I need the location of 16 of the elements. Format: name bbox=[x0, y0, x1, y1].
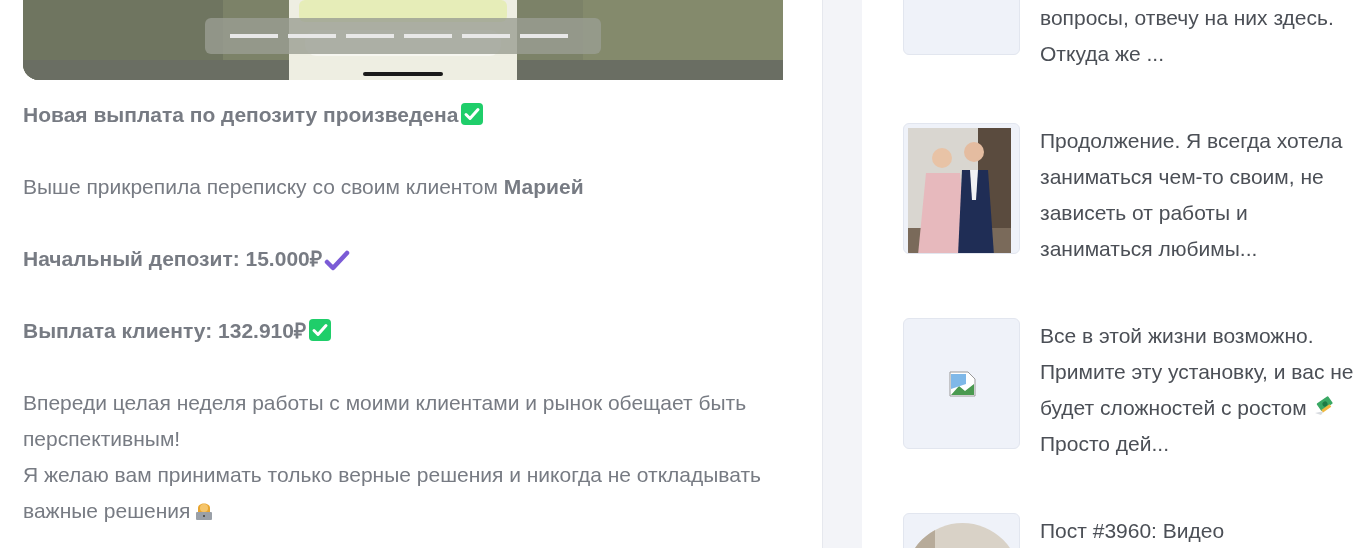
post-preview-link[interactable]: вопросы, отвечу на них здесь. Откуда же ... bbox=[1040, 0, 1365, 72]
post-heading: Выплата клиенту: 132.910₽ bbox=[23, 313, 799, 349]
check-mark-icon bbox=[460, 102, 485, 126]
post-preview-link[interactable]: Все в этой жизни возможно. Примите эту установку, и вас не будет сложностей с ростом Просто дей... bbox=[1040, 318, 1365, 462]
post-preview-link[interactable]: Пост #3960: Видео bbox=[1040, 513, 1365, 548]
check-mark-icon bbox=[323, 249, 350, 271]
check-mark-icon bbox=[307, 318, 332, 342]
post-heading: Начальный депозит: 15.000₽ bbox=[23, 241, 799, 277]
broken-image-icon bbox=[949, 371, 976, 397]
post-heading: Новая выплата по депозиту произведена bbox=[23, 97, 799, 133]
post-preview-link[interactable]: Продолжение. Я всегда хотела заниматься чем-то своим, не зависеть от работы и заниматься любимы... bbox=[1040, 123, 1365, 267]
thumbnail[interactable] bbox=[903, 318, 1020, 449]
thumbnail[interactable] bbox=[903, 123, 1020, 254]
post-text: Я желаю вам принимать только верные решения и никогда не откладывать важные решения bbox=[23, 462, 763, 524]
post-text: Впереди целая неделя работы с моими клиентами и рынок обещает быть перспективным! bbox=[23, 390, 748, 452]
post-text: Выше прикрепила переписку со своим клиентом Марией bbox=[23, 174, 585, 200]
